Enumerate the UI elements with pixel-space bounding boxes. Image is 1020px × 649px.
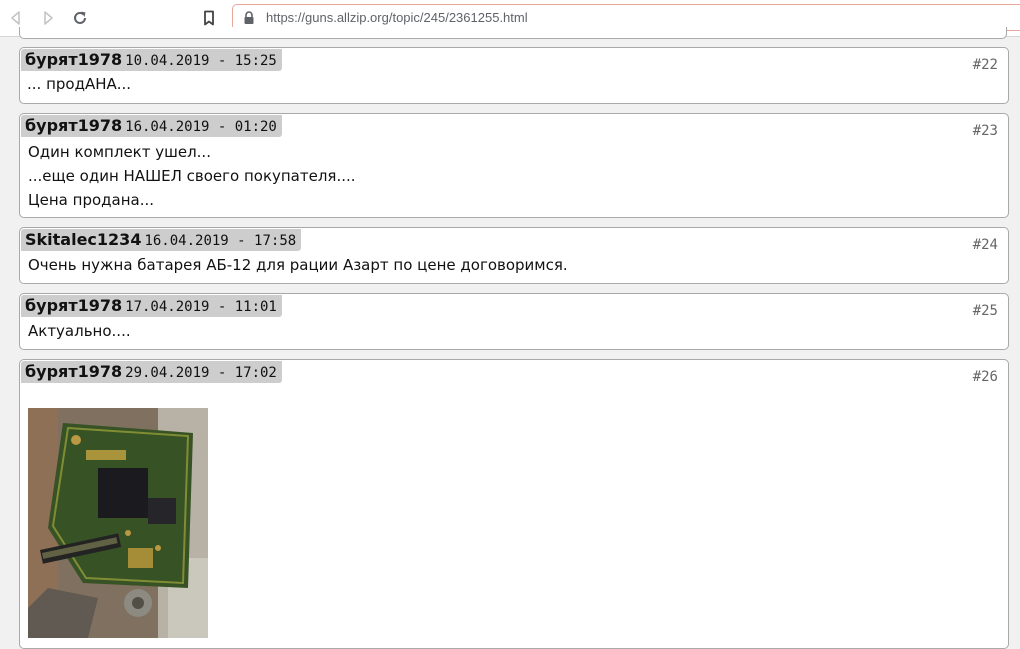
post-date: 17.04.2019 - 11:01: [125, 299, 277, 315]
url-text[interactable]: https://guns.allzip.org/topic/245/236125…: [266, 10, 528, 25]
post-header: бурят1978 16.04.2019 - 01:20: [21, 115, 282, 137]
post-body: Очень нужна батарея АБ-12 для рации Азар…: [28, 253, 948, 277]
forum-thread: бурят1978 10.04.2019 - 15:25 #22 ... прод…: [0, 27, 1020, 649]
forum-post: бурят1978 16.04.2019 - 01:20 #23 Один ком…: [19, 113, 1009, 218]
post-number[interactable]: #23: [973, 123, 998, 139]
lock-icon: [244, 11, 254, 24]
forum-post: Skitalec1234 16.04.2019 - 17:58 #24 Очень…: [19, 227, 1009, 284]
post-text-line: ... продАНА...: [27, 75, 132, 93]
forum-post: бурят1978 17.04.2019 - 11:01 #25 Актуальн…: [19, 293, 1009, 350]
reload-button[interactable]: [70, 8, 90, 28]
forum-post: бурят1978 10.04.2019 - 15:25 #22 ... прод…: [19, 47, 1009, 104]
back-button[interactable]: [6, 8, 26, 28]
bookmark-button[interactable]: [199, 8, 219, 28]
bookmark-icon: [204, 10, 214, 26]
reload-icon: [74, 11, 86, 24]
post-number[interactable]: #25: [973, 303, 998, 319]
post-text-line: Один комплект ушел...: [28, 143, 211, 161]
forward-arrow-icon: [44, 11, 53, 25]
post-body: Актуально....: [28, 319, 948, 343]
post-header: бурят1978 10.04.2019 - 15:25: [21, 49, 282, 71]
post-text-line: Актуально....: [28, 322, 131, 340]
post-header: бурят1978 29.04.2019 - 17:02: [21, 361, 282, 383]
post-body: Один комплект ушел... ...еще один НАШЕЛ …: [28, 140, 948, 212]
post-date: 10.04.2019 - 15:25: [125, 53, 277, 69]
post-number[interactable]: #24: [973, 237, 998, 253]
post-text-line: Очень нужна батарея АБ-12 для рации Азар…: [28, 256, 568, 274]
forward-button[interactable]: [38, 8, 58, 28]
post-date: 16.04.2019 - 01:20: [125, 119, 277, 135]
post-author[interactable]: бурят1978: [25, 116, 122, 135]
post-date: 29.04.2019 - 17:02: [125, 365, 277, 381]
post-number[interactable]: #26: [973, 369, 998, 385]
forum-post: бурят1978 29.04.2019 - 17:02 #26: [19, 359, 1009, 649]
post-text-line: Цена продана...: [28, 191, 155, 209]
post-text-line: ...еще один НАШЕЛ своего покупателя....: [28, 167, 356, 185]
post-photo[interactable]: [28, 408, 208, 638]
back-arrow-icon: [11, 11, 20, 25]
post-author[interactable]: бурят1978: [25, 296, 122, 315]
post-header: бурят1978 17.04.2019 - 11:01: [21, 295, 282, 317]
post-header: Skitalec1234 16.04.2019 - 17:58: [21, 229, 302, 251]
post-author[interactable]: бурят1978: [25, 362, 122, 381]
post-author[interactable]: Skitalec1234: [25, 230, 141, 249]
post-body: ... продАНА...: [27, 72, 948, 96]
previous-post-edge: [19, 27, 1007, 39]
post-number[interactable]: #22: [973, 57, 998, 73]
circuit-board-photo: [28, 408, 208, 638]
post-author[interactable]: бурят1978: [25, 50, 122, 69]
post-date: 16.04.2019 - 17:58: [144, 233, 297, 249]
